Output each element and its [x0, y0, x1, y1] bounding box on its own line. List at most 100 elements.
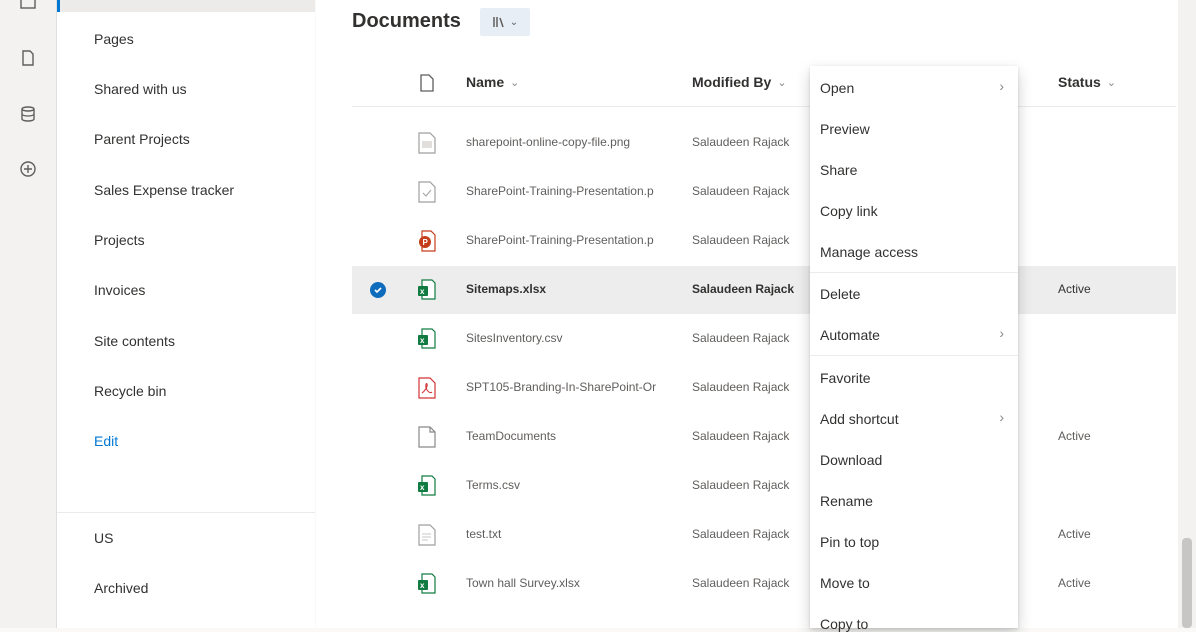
library-view-switcher[interactable]: ⌄	[480, 8, 530, 36]
status-cell: Active	[1058, 576, 1091, 590]
table-row[interactable]: x Town hall Survey.xlsx Salaudeen Rajack…	[352, 560, 1176, 608]
nav-edit-link[interactable]: Edit	[94, 433, 118, 449]
chevron-right-icon: ›	[999, 325, 1004, 341]
nav-divider	[57, 512, 315, 513]
file-name[interactable]: Terms.csv	[466, 478, 676, 492]
nav-item-pages[interactable]: Pages	[94, 31, 134, 47]
menu-item-add-shortcut[interactable]: Add shortcut	[820, 411, 899, 427]
table-row[interactable]: sharepoint-online-copy-file.png Salaudee…	[352, 119, 1176, 167]
svg-text:x: x	[420, 581, 425, 590]
menu-item-download[interactable]: Download	[820, 452, 882, 468]
table-row[interactable]: SPT105-Branding-In-SharePoint-Or Salaude…	[352, 364, 1176, 412]
menu-item-automate[interactable]: Automate	[820, 327, 880, 343]
modified-by-cell: Salaudeen Rajack	[692, 576, 790, 590]
file-name[interactable]: test.txt	[466, 527, 676, 541]
nav-item-site-contents[interactable]: Site contents	[94, 333, 175, 349]
table-row[interactable]: test.txt Salaudeen Rajack Active	[352, 511, 1176, 559]
image-file-icon	[418, 132, 436, 154]
home-icon[interactable]	[18, 0, 38, 16]
menu-item-copy-to[interactable]: Copy to	[820, 616, 868, 632]
nav-item-parent-projects[interactable]: Parent Projects	[94, 131, 190, 147]
context-menu: Open › Preview Share Copy link Manage ac…	[810, 66, 1018, 632]
text-file-icon	[418, 524, 436, 546]
modified-by-column-label: Modified By	[692, 74, 772, 90]
modified-by-cell: Salaudeen Rajack	[692, 184, 790, 198]
column-header-row: Name ⌄ Modified By ⌄ Status ⌄	[352, 60, 1176, 107]
menu-item-copy-link[interactable]: Copy link	[820, 203, 878, 219]
modified-by-cell: Salaudeen Rajack	[692, 429, 790, 443]
menu-item-preview[interactable]: Preview	[820, 121, 870, 137]
nav-item-us[interactable]: US	[94, 530, 113, 546]
modified-by-cell: Salaudeen Rajack	[692, 331, 790, 345]
modified-by-cell: Salaudeen Rajack	[692, 527, 790, 541]
excel-file-icon: x	[418, 328, 436, 349]
modified-by-cell: Salaudeen Rajack	[692, 282, 795, 296]
menu-item-manage-access[interactable]: Manage access	[820, 244, 918, 260]
nav-item-projects[interactable]: Projects	[94, 232, 145, 248]
file-type-column-header[interactable]	[420, 74, 434, 92]
table-row[interactable]: P SharePoint-Training-Presentation.p Sal…	[352, 217, 1176, 265]
file-icon	[418, 181, 436, 203]
library-icon	[493, 17, 504, 28]
svg-text:x: x	[420, 336, 425, 345]
file-name[interactable]: Town hall Survey.xlsx	[466, 576, 676, 590]
nav-item-selected[interactable]	[57, 0, 315, 12]
modified-by-cell: Salaudeen Rajack	[692, 135, 790, 149]
chevron-down-icon: ⌄	[510, 76, 520, 89]
status-column-header[interactable]: Status ⌄	[1058, 74, 1116, 90]
menu-item-delete[interactable]: Delete	[820, 286, 860, 302]
file-name[interactable]: SitesInventory.csv	[466, 331, 676, 345]
menu-item-pin-to-top[interactable]: Pin to top	[820, 534, 879, 550]
menu-item-share[interactable]: Share	[820, 162, 857, 178]
status-cell: Active	[1058, 527, 1091, 541]
vertical-scrollbar[interactable]	[1178, 0, 1196, 628]
menu-item-move-to[interactable]: Move to	[820, 575, 870, 591]
app-rail	[0, 0, 57, 628]
file-type-icon	[420, 74, 434, 92]
nav-item-recycle-bin[interactable]: Recycle bin	[94, 383, 166, 399]
table-row[interactable]: x SitesInventory.csv Salaudeen Rajack	[352, 315, 1176, 363]
modified-by-cell: Salaudeen Rajack	[692, 478, 790, 492]
file-name[interactable]: SharePoint-Training-Presentation.p	[466, 233, 676, 247]
file-name[interactable]: SharePoint-Training-Presentation.p	[466, 184, 676, 198]
file-name[interactable]: TeamDocuments	[466, 429, 676, 443]
svg-text:P: P	[423, 238, 429, 247]
table-row[interactable]: TeamDocuments Salaudeen Rajack Active	[352, 413, 1176, 461]
row-selected-checkmark-icon[interactable]	[370, 282, 386, 298]
scrollbar-thumb[interactable]	[1182, 538, 1192, 628]
document-icon	[418, 426, 436, 448]
menu-separator	[810, 272, 1018, 273]
page-icon[interactable]	[18, 48, 38, 68]
database-icon[interactable]	[18, 104, 38, 124]
menu-item-open[interactable]: Open	[820, 80, 854, 96]
chevron-down-icon: ⌄	[509, 16, 519, 28]
table-row[interactable]: SharePoint-Training-Presentation.p Salau…	[352, 168, 1176, 216]
table-row[interactable]: x Terms.csv Salaudeen Rajack	[352, 462, 1176, 510]
nav-item-sales-expense-tracker[interactable]: Sales Expense tracker	[94, 182, 234, 198]
nav-item-invoices[interactable]: Invoices	[94, 282, 145, 298]
chevron-right-icon: ›	[999, 78, 1004, 94]
pdf-file-icon	[418, 377, 436, 399]
modified-by-column-header[interactable]: Modified By ⌄	[692, 74, 787, 90]
nav-item-archived[interactable]: Archived	[94, 580, 148, 596]
document-library: Documents ⌄ Name ⌄ Modified By ⌄ Status ⌄ s…	[316, 0, 1196, 628]
powerpoint-file-icon: P	[419, 230, 436, 252]
excel-file-icon: x	[418, 475, 436, 496]
table-row-selected[interactable]: x Sitemaps.xlsx Salaudeen Rajack Active	[352, 266, 1176, 314]
modified-by-cell: Salaudeen Rajack	[692, 380, 790, 394]
name-column-label: Name	[466, 74, 505, 90]
left-navigation: Pages Shared with us Parent Projects Sal…	[57, 0, 315, 628]
chevron-down-icon: ⌄	[777, 76, 787, 89]
file-name[interactable]: Sitemaps.xlsx	[466, 282, 676, 296]
file-name[interactable]: sharepoint-online-copy-file.png	[466, 135, 676, 149]
chevron-down-icon: ⌄	[1106, 76, 1117, 89]
menu-item-favorite[interactable]: Favorite	[820, 370, 871, 386]
file-name[interactable]: SPT105-Branding-In-SharePoint-Or	[466, 380, 676, 394]
excel-file-icon: x	[418, 573, 436, 594]
nav-item-shared-with-us[interactable]: Shared with us	[94, 81, 187, 97]
menu-item-rename[interactable]: Rename	[820, 493, 873, 509]
menu-separator	[810, 355, 1018, 356]
status-cell: Active	[1058, 282, 1091, 296]
add-circle-icon[interactable]	[18, 159, 38, 179]
name-column-header[interactable]: Name ⌄	[466, 74, 519, 90]
